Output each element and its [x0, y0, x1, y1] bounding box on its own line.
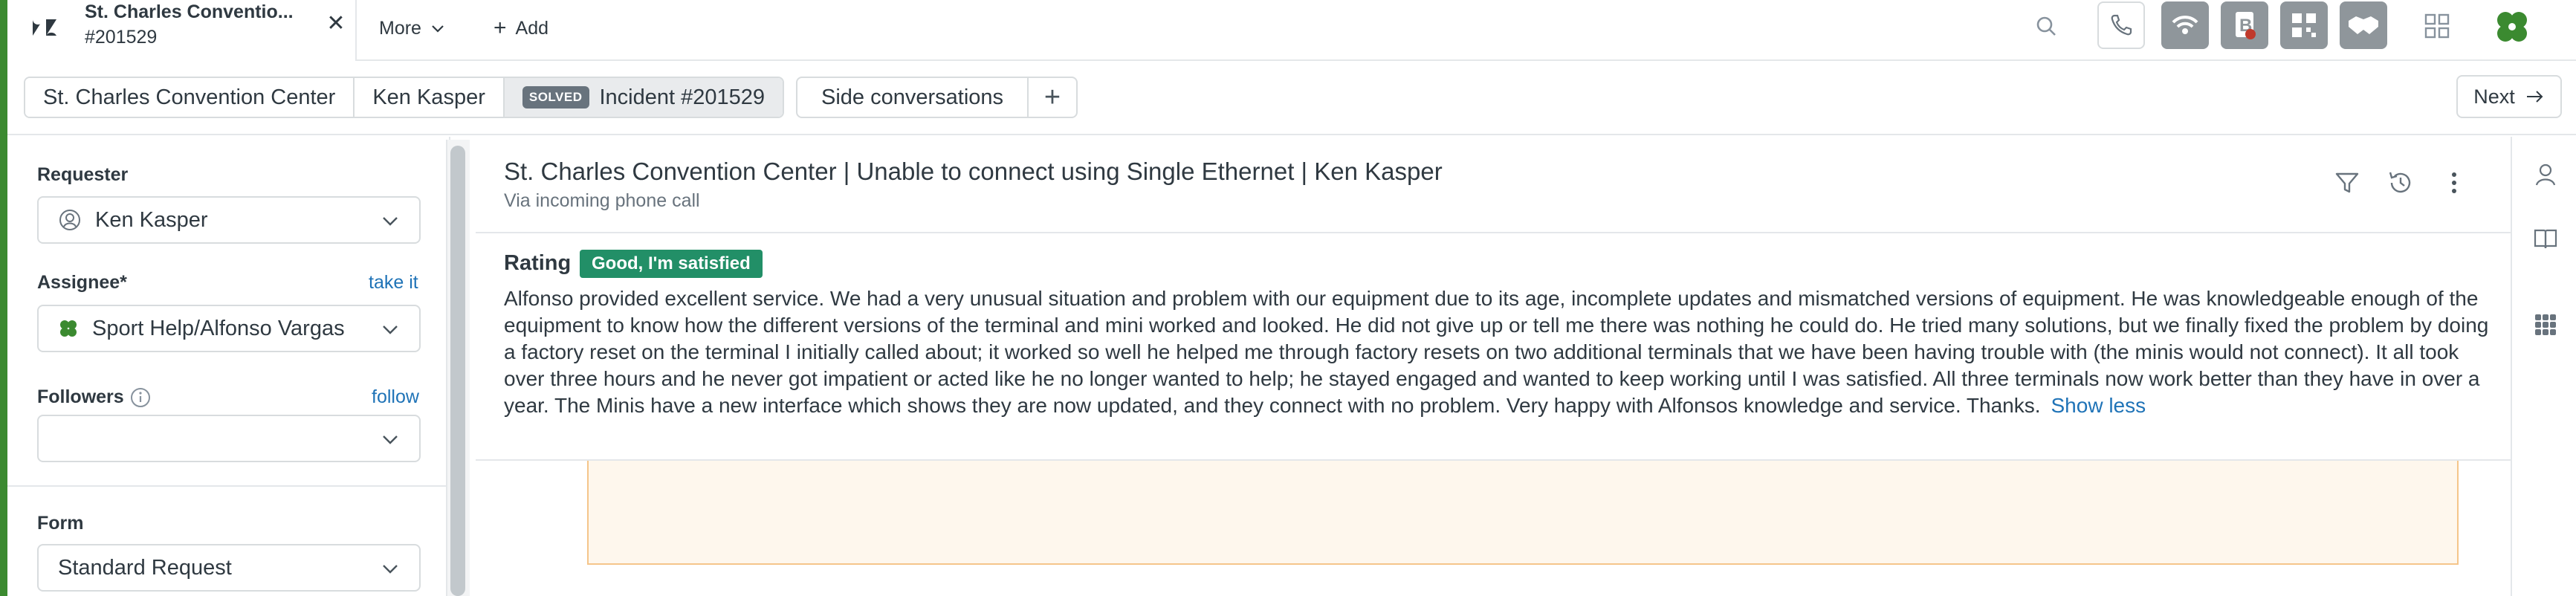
- chevron-down-icon: [383, 435, 398, 444]
- plus-icon: +: [493, 16, 507, 40]
- add-side-conversation-button[interactable]: +: [1029, 78, 1076, 117]
- requester-value: Ken Kasper: [95, 207, 208, 232]
- user-profile-icon[interactable]: [2533, 162, 2558, 187]
- form-value: Standard Request: [58, 555, 232, 580]
- wifi-icon: [2172, 16, 2198, 34]
- assignee-label: Assignee*: [37, 272, 127, 293]
- requester-label: Requester: [37, 164, 129, 185]
- ticket-tab[interactable]: St. Charles Conventio... #201529 ✕: [7, 0, 357, 61]
- satisfaction-rating: Rating Good, I'm satisfied Alfonso provi…: [476, 235, 2511, 461]
- next-label: Next: [2473, 85, 2515, 108]
- breadcrumb-ticket-label: Incident #201529: [599, 85, 766, 109]
- ticket-tab-title: St. Charles Conventio...: [85, 1, 294, 22]
- requester-field[interactable]: Ken Kasper: [37, 196, 421, 244]
- clover-logo-icon[interactable]: [2493, 7, 2531, 46]
- phone-button[interactable]: [2097, 1, 2145, 49]
- handshake-app-button[interactable]: [2340, 1, 2387, 49]
- handshake-icon: [2349, 16, 2378, 34]
- chevron-down-icon: [383, 325, 398, 334]
- app-b-icon: B: [2236, 12, 2256, 39]
- history-icon[interactable]: [2386, 168, 2415, 198]
- internal-note: [587, 461, 2459, 565]
- form-label: Form: [37, 513, 84, 534]
- context-panel-rail: [2511, 137, 2576, 596]
- filter-icon[interactable]: [2332, 168, 2362, 198]
- rating-comment: Alfonso provided excellent service. We h…: [504, 285, 2496, 419]
- rating-comment-text: Alfonso provided excellent service. We h…: [504, 287, 2489, 417]
- chevron-down-icon: [383, 217, 398, 226]
- arrow-right-icon: [2526, 91, 2543, 103]
- qr-app-button[interactable]: [2280, 1, 2328, 49]
- rating-badge: Good, I'm satisfied: [580, 250, 763, 278]
- ticket-header: St. Charles Convention Center | Unable t…: [476, 137, 2511, 233]
- add-button[interactable]: + Add: [493, 13, 548, 43]
- user-icon: [59, 210, 80, 230]
- close-tab-icon[interactable]: ✕: [323, 10, 349, 37]
- form-field[interactable]: Standard Request: [37, 544, 421, 592]
- brand-strip: [0, 0, 7, 596]
- follow-link[interactable]: follow: [372, 386, 419, 408]
- more-options-icon[interactable]: [2439, 168, 2469, 198]
- wifi-app-button[interactable]: [2161, 1, 2209, 49]
- rating-label: Rating: [504, 251, 572, 275]
- chevron-down-icon: [432, 25, 444, 33]
- breadcrumb-organization[interactable]: St. Charles Convention Center: [25, 78, 355, 117]
- chevron-down-icon: [383, 565, 398, 574]
- assignee-value: Sport Help/Alfonso Vargas: [92, 316, 345, 340]
- panel-divider: [7, 485, 450, 487]
- followers-field[interactable]: [37, 415, 421, 462]
- zendesk-icon: [33, 19, 56, 36]
- search-icon[interactable]: [2032, 12, 2062, 42]
- more-label: More: [379, 17, 421, 39]
- conversation-area: [476, 461, 2511, 596]
- breadcrumb-row: St. Charles Convention Center Ken Kasper…: [7, 61, 2576, 135]
- add-label: Add: [515, 17, 549, 39]
- group-clover-icon: [60, 320, 77, 337]
- ticket-properties-panel: Requester Ken Kasper Assignee* take it S…: [7, 137, 450, 596]
- assignee-field[interactable]: Sport Help/Alfonso Vargas: [37, 305, 421, 352]
- apps-icon[interactable]: [2533, 312, 2558, 337]
- followers-label: Followers: [37, 386, 124, 407]
- status-badge: SOLVED: [522, 86, 589, 108]
- ticket-channel: Via incoming phone call: [504, 190, 700, 211]
- show-less-link[interactable]: Show less: [2051, 394, 2146, 417]
- ticket-title[interactable]: St. Charles Convention Center | Unable t…: [504, 158, 1443, 186]
- grid-icon[interactable]: [2424, 13, 2450, 39]
- side-conversations-button[interactable]: Side conversations: [797, 78, 1029, 117]
- info-icon[interactable]: [129, 386, 152, 409]
- take-it-link[interactable]: take it: [369, 272, 418, 294]
- more-button[interactable]: More: [379, 13, 445, 43]
- b-app-button[interactable]: B: [2221, 1, 2268, 49]
- side-conversations: Side conversations +: [796, 77, 1078, 118]
- next-button[interactable]: Next: [2456, 75, 2562, 118]
- phone-icon: [2111, 14, 2132, 36]
- panel-scrollbar-thumb[interactable]: [450, 146, 465, 596]
- breadcrumb-ticket[interactable]: SOLVED Incident #201529: [504, 78, 783, 117]
- qr-app-icon: [2292, 13, 2316, 37]
- breadcrumb-user[interactable]: Ken Kasper: [355, 78, 505, 117]
- knowledge-icon[interactable]: [2533, 226, 2558, 251]
- ticket-tab-number: #201529: [85, 27, 158, 48]
- breadcrumb: St. Charles Convention Center Ken Kasper…: [24, 77, 785, 118]
